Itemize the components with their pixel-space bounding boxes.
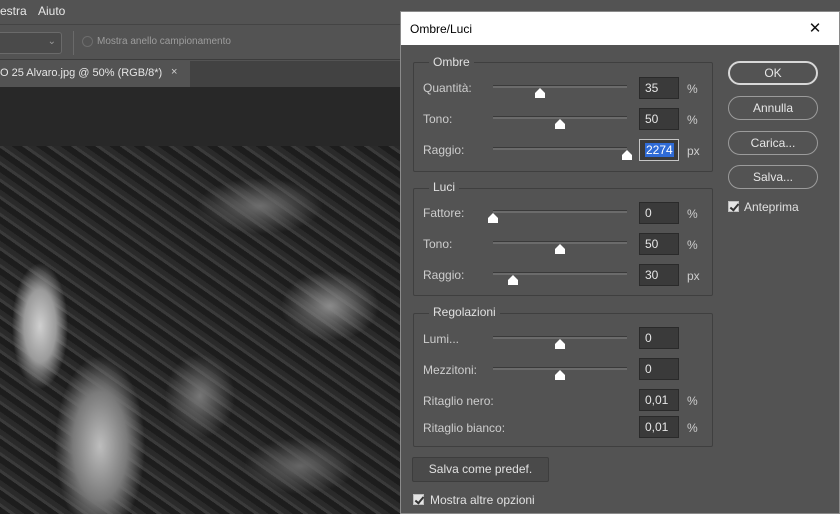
shadows-radius-slider[interactable] — [493, 147, 627, 150]
black-clip-label: Ritaglio nero: — [423, 394, 494, 408]
unit-label: % — [687, 82, 698, 96]
preview-checkbox[interactable] — [728, 201, 739, 212]
document-tab-label: O 25 Alvaro.jpg @ 50% (RGB/8*) — [0, 67, 163, 79]
slider-thumb[interactable] — [534, 88, 545, 98]
slider-thumb[interactable] — [622, 150, 632, 160]
white-clip-input[interactable]: 0,01 — [639, 416, 679, 438]
more-options-label: Mostra altre opzioni — [430, 493, 535, 507]
highlights-amount-slider[interactable] — [493, 210, 627, 213]
close-icon[interactable]: × — [171, 66, 177, 78]
shadows-highlights-dialog: Ombre/Luci ✕ Ombre Quantità: 35 % Tono: … — [400, 11, 840, 514]
slider-thumb[interactable] — [555, 339, 565, 349]
unit-label: % — [687, 113, 698, 127]
dialog-title: Ombre/Luci — [410, 22, 473, 36]
ok-button[interactable]: OK — [728, 61, 818, 85]
selected-text: 2274 — [645, 143, 674, 157]
unit-label: % — [687, 238, 698, 252]
slider-thumb[interactable] — [508, 275, 519, 285]
shadows-amount-label: Quantità: — [423, 81, 472, 95]
highlights-amount-label: Fattore: — [423, 206, 465, 220]
black-clip-input[interactable]: 0,01 — [639, 389, 679, 411]
shadows-group-title: Ombre — [429, 55, 474, 69]
dialog-titlebar: Ombre/Luci ✕ — [401, 12, 839, 45]
save-button[interactable]: Salva... — [728, 165, 818, 189]
highlights-radius-label: Raggio: — [423, 268, 465, 282]
photo-heron — [0, 146, 402, 514]
cancel-button[interactable]: Annulla — [728, 96, 818, 120]
menu-item-window[interactable]: estra — [0, 4, 27, 18]
slider-thumb[interactable] — [555, 370, 565, 380]
chevron-down-icon: ⌄ — [47, 36, 56, 47]
midtones-label: Mezzitoni: — [423, 363, 478, 377]
save-as-default-button[interactable]: Salva come predef. — [412, 457, 549, 482]
document-tab[interactable]: O 25 Alvaro.jpg @ 50% (RGB/8*) × — [0, 61, 190, 87]
unit-label: px — [687, 144, 700, 158]
highlights-tone-label: Tono: — [423, 237, 453, 251]
slider-thumb[interactable] — [488, 213, 498, 223]
adjustments-group-title: Regolazioni — [429, 305, 500, 319]
divider — [73, 31, 74, 55]
white-clip-label: Ritaglio bianco: — [423, 421, 506, 435]
shadows-amount-input[interactable]: 35 — [639, 77, 679, 99]
more-options-checkbox[interactable] — [413, 494, 424, 505]
menu-item-help[interactable]: Aiuto — [38, 4, 65, 18]
sample-size-dropdown[interactable]: ⌄ — [0, 32, 62, 54]
preview-label: Anteprima — [744, 200, 799, 214]
load-button[interactable]: Carica... — [728, 131, 818, 155]
highlights-amount-input[interactable]: 0 — [639, 202, 679, 224]
highlights-group-title: Luci — [429, 180, 460, 194]
color-label: Lumi... — [423, 332, 460, 346]
shadows-radius-label: Raggio: — [423, 143, 465, 157]
shadows-radius-input[interactable]: 2274 — [639, 139, 679, 161]
shadows-amount-slider[interactable] — [493, 85, 627, 88]
sample-ring-checkbox[interactable] — [82, 36, 93, 47]
unit-label: % — [687, 394, 698, 408]
sample-ring-label: Mostra anello campionamento — [97, 36, 231, 47]
shadows-tone-label: Tono: — [423, 112, 453, 126]
close-icon[interactable]: ✕ — [804, 18, 826, 40]
highlights-radius-input[interactable]: 30 — [639, 264, 679, 286]
unit-label: px — [687, 269, 700, 283]
shadows-tone-input[interactable]: 50 — [639, 108, 679, 130]
unit-label: % — [687, 207, 698, 221]
slider-thumb[interactable] — [555, 119, 565, 129]
color-input[interactable]: 0 — [639, 327, 679, 349]
slider-thumb[interactable] — [555, 244, 565, 254]
highlights-tone-input[interactable]: 50 — [639, 233, 679, 255]
unit-label: % — [687, 421, 698, 435]
midtones-input[interactable]: 0 — [639, 358, 679, 380]
